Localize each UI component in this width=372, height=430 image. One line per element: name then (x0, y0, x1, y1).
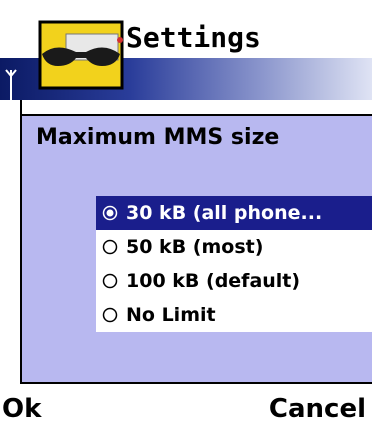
signal-antenna-icon (5, 69, 17, 106)
radio-unselected-icon (102, 307, 118, 323)
softkey-bar: Ok Cancel (0, 384, 372, 430)
option-30kb[interactable]: 30 kB (all phone... (96, 196, 372, 230)
sunglasses-icon (38, 20, 124, 90)
radio-unselected-icon (102, 239, 118, 255)
option-50kb[interactable]: 50 kB (most) (96, 230, 372, 264)
header-bar: Settings (0, 0, 372, 106)
option-label: 30 kB (all phone... (126, 202, 323, 224)
mms-size-dialog: Maximum MMS size 30 kB (all phone... 50 … (20, 114, 372, 384)
page-title: Settings (126, 21, 261, 54)
ok-softkey[interactable]: Ok (2, 394, 41, 424)
radio-unselected-icon (102, 273, 118, 289)
radio-selected-icon (102, 205, 118, 221)
dialog-left-rail (20, 100, 22, 114)
cancel-softkey[interactable]: Cancel (269, 394, 366, 424)
option-label: 50 kB (most) (126, 236, 264, 258)
option-no-limit[interactable]: No Limit (96, 298, 372, 332)
option-100kb[interactable]: 100 kB (default) (96, 264, 372, 298)
option-label: 100 kB (default) (126, 270, 301, 292)
dialog-heading: Maximum MMS size (36, 125, 280, 150)
options-list: 30 kB (all phone... 50 kB (most) 100 kB … (96, 196, 372, 332)
option-label: No Limit (126, 304, 216, 326)
